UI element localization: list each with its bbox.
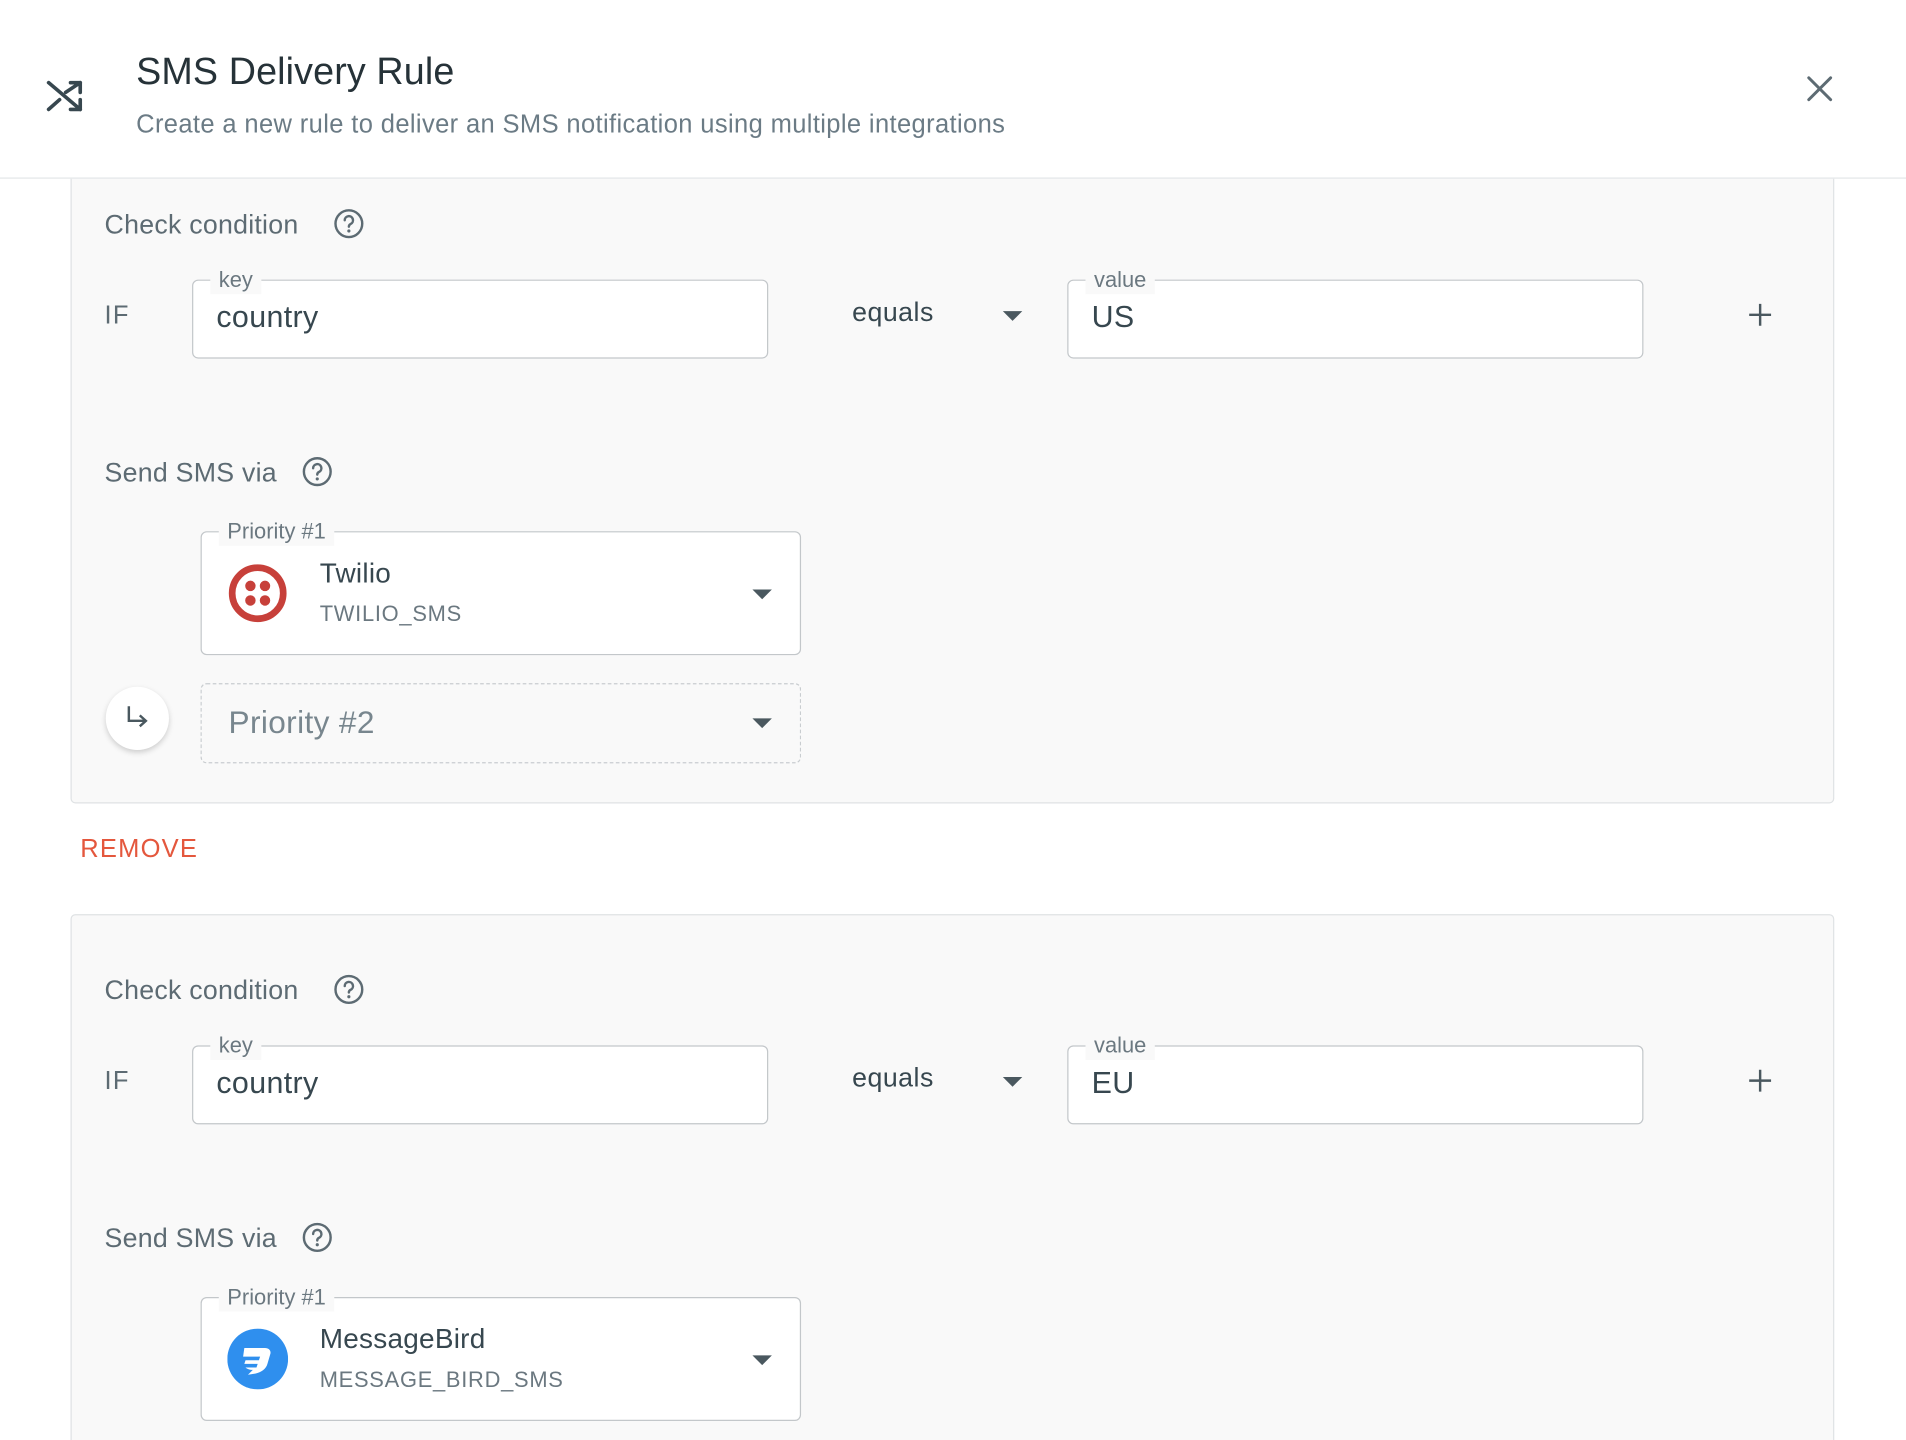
key-field-value: country	[216, 1066, 319, 1101]
key-field-label: key	[210, 264, 262, 295]
chevron-down-icon	[752, 589, 772, 600]
provider-name: Twilio	[319, 556, 392, 589]
help-icon[interactable]	[333, 974, 365, 1006]
condition-value-input[interactable]: value EU	[1067, 1030, 1644, 1125]
add-fallback-button[interactable]	[105, 686, 169, 751]
condition-value-input[interactable]: value US	[1067, 264, 1644, 359]
page-title: SMS Delivery Rule	[136, 49, 455, 93]
send-sms-via-label: Send SMS via	[104, 457, 277, 488]
shuffle-icon	[46, 80, 83, 112]
check-condition-label: Check condition	[104, 974, 299, 1006]
add-condition-icon[interactable]	[1747, 301, 1774, 328]
operator-value: equals	[852, 1062, 934, 1093]
priority-2-select[interactable]: Priority #2	[200, 683, 802, 764]
priority-label: Priority #1	[218, 516, 335, 546]
if-label: IF	[104, 1067, 130, 1096]
twilio-logo-icon	[228, 564, 287, 623]
value-field-value: US	[1091, 300, 1135, 335]
if-label: IF	[104, 301, 130, 330]
chevron-down-icon	[1002, 311, 1023, 321]
operator-value: equals	[852, 296, 934, 327]
key-field-value: country	[216, 300, 319, 335]
subdirectory-arrow-icon	[127, 706, 148, 728]
value-field-value: EU	[1091, 1066, 1135, 1101]
operator-select[interactable]: equals	[852, 1055, 1046, 1104]
remove-rule-button[interactable]: REMOVE	[80, 835, 198, 864]
add-condition-icon[interactable]	[1747, 1067, 1774, 1094]
close-icon[interactable]	[1804, 73, 1836, 105]
dialog-header: SMS Delivery Rule Create a new rule to d…	[0, 0, 1906, 179]
chevron-down-icon	[752, 718, 772, 729]
chevron-down-icon	[1002, 1076, 1023, 1087]
provider-name: MessageBird	[319, 1322, 486, 1355]
provider-id: MESSAGE_BIRD_SMS	[319, 1367, 564, 1392]
priority-label: Priority #1	[218, 1282, 335, 1312]
send-sms-via-label: Send SMS via	[104, 1222, 277, 1254]
messagebird-logo-icon	[227, 1328, 289, 1390]
rule-card-2: Check condition IF key country equals va…	[70, 914, 1835, 1440]
help-icon[interactable]	[301, 1222, 333, 1254]
value-field-label: value	[1085, 264, 1155, 295]
sms-delivery-rule-dialog: Check condition IF key country equals va…	[0, 0, 1906, 1440]
operator-select[interactable]: equals	[852, 289, 1046, 338]
provider-id: TWILIO_SMS	[319, 601, 462, 627]
chevron-down-icon	[752, 1355, 772, 1366]
priority-1-select[interactable]: Priority #1 MessageBird MESSAGE_BIRD_SMS	[200, 1282, 802, 1421]
priority-1-select[interactable]: Priority #1 Twilio TWILIO_SMS	[200, 516, 802, 656]
key-field-label: key	[210, 1030, 262, 1060]
rule-card-1: Check condition IF key country equals va…	[70, 145, 1835, 804]
priority-2-placeholder: Priority #2	[228, 703, 375, 741]
page-subtitle: Create a new rule to deliver an SMS noti…	[136, 110, 1006, 139]
help-icon[interactable]	[301, 456, 333, 488]
help-icon[interactable]	[333, 208, 365, 240]
check-condition-label: Check condition	[104, 209, 299, 240]
condition-key-input[interactable]: key country	[192, 1030, 769, 1125]
condition-key-input[interactable]: key country	[192, 264, 769, 359]
value-field-label: value	[1085, 1030, 1155, 1060]
